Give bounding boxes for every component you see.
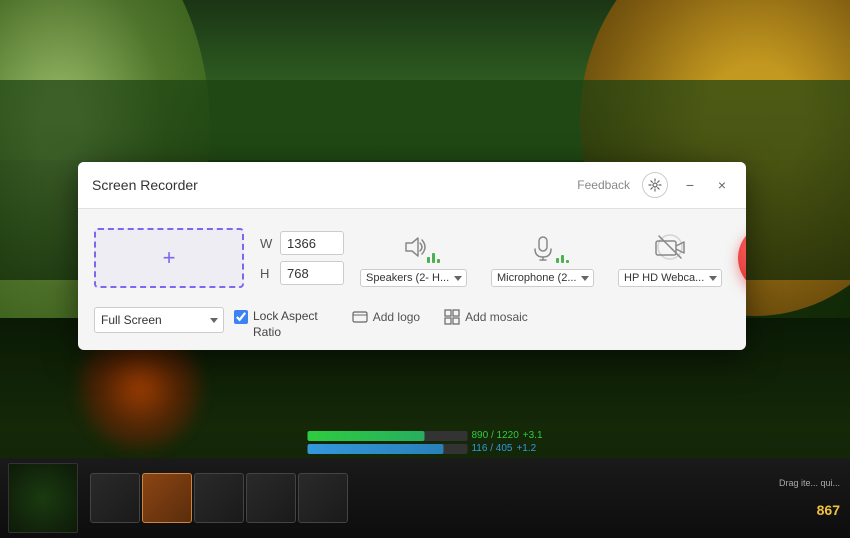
camera-icon: [654, 233, 686, 261]
screen-recorder-dialog: Screen Recorder Feedback − × + W: [78, 162, 746, 350]
mic-level-bar-1: [556, 258, 559, 263]
microphone-icon-wrap: [523, 229, 563, 265]
health-regen: +3.1: [523, 430, 543, 441]
settings-button[interactable]: [642, 172, 668, 198]
height-input[interactable]: [280, 261, 344, 285]
level-bar-2: [432, 253, 435, 263]
dialog-title: Screen Recorder: [92, 177, 198, 193]
microphone-select[interactable]: Microphone (2...: [491, 269, 594, 287]
camera-icon-wrap: [650, 229, 690, 265]
ability-bar: [82, 473, 842, 523]
level-bar-3: [437, 259, 440, 263]
width-row: W: [260, 231, 344, 255]
microphone-level-bars: [556, 255, 569, 263]
hud-bar: [0, 458, 850, 538]
ability-slot-2[interactable]: [142, 473, 192, 523]
drag-hint: Drag ite... qui...: [779, 478, 840, 488]
ability-slot-3[interactable]: [194, 473, 244, 523]
tools-group: Add logo Add mosaic: [348, 307, 532, 327]
height-row: H: [260, 261, 344, 285]
ability-slot-1[interactable]: [90, 473, 140, 523]
speaker-select[interactable]: Speakers (2- H...: [360, 269, 467, 287]
ability-slot-5[interactable]: [298, 473, 348, 523]
rec-button[interactable]: REC: [738, 223, 746, 293]
level-bar-1: [427, 257, 430, 263]
lock-aspect-group: Lock Aspect Ratio: [234, 309, 318, 340]
speaker-icon: [400, 233, 428, 261]
ability-slot-4[interactable]: [246, 473, 296, 523]
camera-device: HP HD Webca...: [618, 229, 722, 287]
audio-controls: Speakers (2- H...: [360, 229, 722, 287]
add-logo-label: Add logo: [373, 310, 420, 324]
add-mosaic-button[interactable]: Add mosaic: [440, 307, 532, 327]
screen-mode-select[interactable]: Full Screen Custom Area Window: [94, 307, 224, 333]
feedback-link[interactable]: Feedback: [577, 178, 630, 192]
add-logo-icon: [352, 309, 368, 325]
add-logo-button[interactable]: Add logo: [348, 307, 424, 327]
add-mosaic-label: Add mosaic: [465, 310, 528, 324]
close-button[interactable]: ×: [712, 175, 732, 195]
health-mana-display: 890 / 1220 +3.1 116 / 405 +1.2: [307, 430, 542, 456]
lock-aspect-checkbox[interactable]: [234, 310, 248, 324]
mic-level-bar-2: [561, 255, 564, 263]
dialog-titlebar: Screen Recorder Feedback − ×: [78, 162, 746, 209]
microphone-device: Microphone (2...: [491, 229, 594, 287]
minimize-button[interactable]: −: [680, 175, 700, 195]
options-row: Full Screen Custom Area Window Lock Aspe…: [94, 303, 730, 340]
width-input[interactable]: [280, 231, 344, 255]
controls-row: + W H: [94, 223, 730, 293]
mana-regen: +1.2: [516, 443, 536, 454]
mic-level-bar-3: [566, 260, 569, 263]
camera-select[interactable]: HP HD Webca...: [618, 269, 722, 287]
mana-value: 116 / 405: [471, 443, 512, 454]
dimensions-group: W H: [260, 231, 344, 285]
microphone-icon: [529, 233, 557, 261]
gold-display: 867: [817, 502, 840, 518]
add-mosaic-icon: [444, 309, 460, 325]
titlebar-right: Feedback − ×: [577, 172, 732, 198]
lock-aspect-label: Lock Aspect Ratio: [253, 309, 318, 340]
speaker-level-bars: [427, 253, 440, 263]
plus-icon: +: [163, 245, 176, 271]
dialog-body: + W H: [78, 209, 746, 350]
speaker-icon-wrap: [394, 229, 434, 265]
speaker-device: Speakers (2- H...: [360, 229, 467, 287]
width-label: W: [260, 236, 274, 251]
screen-selector[interactable]: +: [94, 228, 244, 288]
height-label: H: [260, 266, 274, 281]
health-value: 890 / 1220: [471, 430, 518, 441]
minimap: [8, 463, 78, 533]
